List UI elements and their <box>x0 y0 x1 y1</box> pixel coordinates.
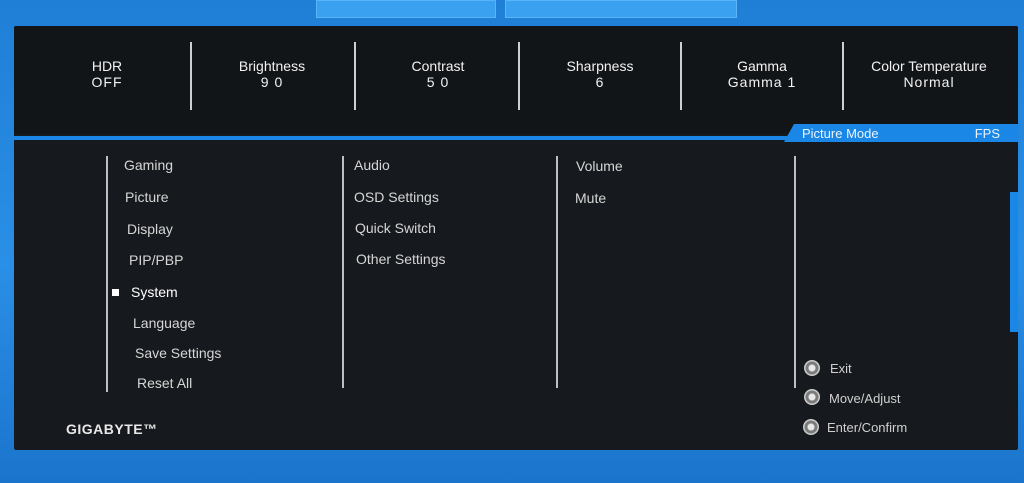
menu-item-language[interactable]: Language <box>133 315 195 331</box>
stat-label: Sharpness <box>566 58 634 74</box>
menu-item-picture[interactable]: Picture <box>125 189 169 205</box>
sub2-menu-line <box>556 156 558 388</box>
sub2-item-mute[interactable]: Mute <box>575 190 606 206</box>
divider <box>354 42 356 110</box>
main-menu-line <box>106 156 108 392</box>
stat-label: Color Temperature <box>871 58 987 74</box>
divider <box>842 42 844 110</box>
picture-mode-value: FPS <box>974 126 1000 141</box>
submenu-item-osd-settings[interactable]: OSD Settings <box>354 189 439 205</box>
scroll-accent <box>1010 192 1018 332</box>
stat-label: Gamma <box>737 58 787 74</box>
selection-bullet <box>112 289 119 296</box>
sub2-item-volume[interactable]: Volume <box>576 158 623 174</box>
stat-sharpness: Sharpness 6 <box>548 58 652 90</box>
stat-label: Brightness <box>238 58 306 74</box>
sub-menu-line <box>342 156 344 388</box>
status-header: HDR OFF Brightness 9 0 Contrast 5 0 Shar… <box>14 26 1018 134</box>
picture-mode-tab: Picture Mode FPS <box>784 124 1018 142</box>
joystick-icon <box>804 389 820 405</box>
joystick-icon <box>804 360 820 376</box>
stat-contrast: Contrast 5 0 <box>386 58 490 90</box>
submenu-item-quick-switch[interactable]: Quick Switch <box>355 220 436 236</box>
osd-panel: HDR OFF Brightness 9 0 Contrast 5 0 Shar… <box>14 26 1018 450</box>
stat-hdr: HDR OFF <box>74 58 140 90</box>
submenu-item-audio[interactable]: Audio <box>354 157 390 173</box>
submenu-item-other-settings[interactable]: Other Settings <box>356 251 446 267</box>
brand-logo: GIGABYTE™ <box>66 421 158 437</box>
divider <box>518 42 520 110</box>
menu-item-reset-all[interactable]: Reset All <box>137 375 192 391</box>
picture-mode-label: Picture Mode <box>802 126 879 141</box>
background-tab-left <box>316 0 496 18</box>
joystick-icon <box>803 419 819 435</box>
menu-item-system[interactable]: System <box>131 284 178 300</box>
stat-gamma: Gamma Gamma 1 <box>710 58 814 90</box>
divider <box>190 42 192 110</box>
menu-item-pip-pbp[interactable]: PIP/PBP <box>129 252 183 268</box>
menu-item-display[interactable]: Display <box>127 221 173 237</box>
stat-value: 9 0 <box>260 74 284 90</box>
stat-value: 6 <box>595 74 605 90</box>
hint-exit: Exit <box>830 361 852 376</box>
stat-value: 5 0 <box>426 74 450 90</box>
value-column-line <box>794 156 796 388</box>
stat-label: HDR <box>91 58 123 74</box>
menu-item-save-settings[interactable]: Save Settings <box>135 345 221 361</box>
stat-color-temperature: Color Temperature Normal <box>854 58 1004 90</box>
stat-value: OFF <box>91 74 123 90</box>
menu-item-gaming[interactable]: Gaming <box>124 157 173 173</box>
stat-value: Normal <box>903 74 955 90</box>
stat-value: Gamma 1 <box>727 74 797 90</box>
hint-move-adjust: Move/Adjust <box>829 391 901 406</box>
hint-enter-confirm: Enter/Confirm <box>827 420 908 435</box>
stat-label: Contrast <box>411 58 465 74</box>
stat-brightness: Brightness 9 0 <box>220 58 324 90</box>
divider <box>680 42 682 110</box>
background-tab-right <box>505 0 737 18</box>
